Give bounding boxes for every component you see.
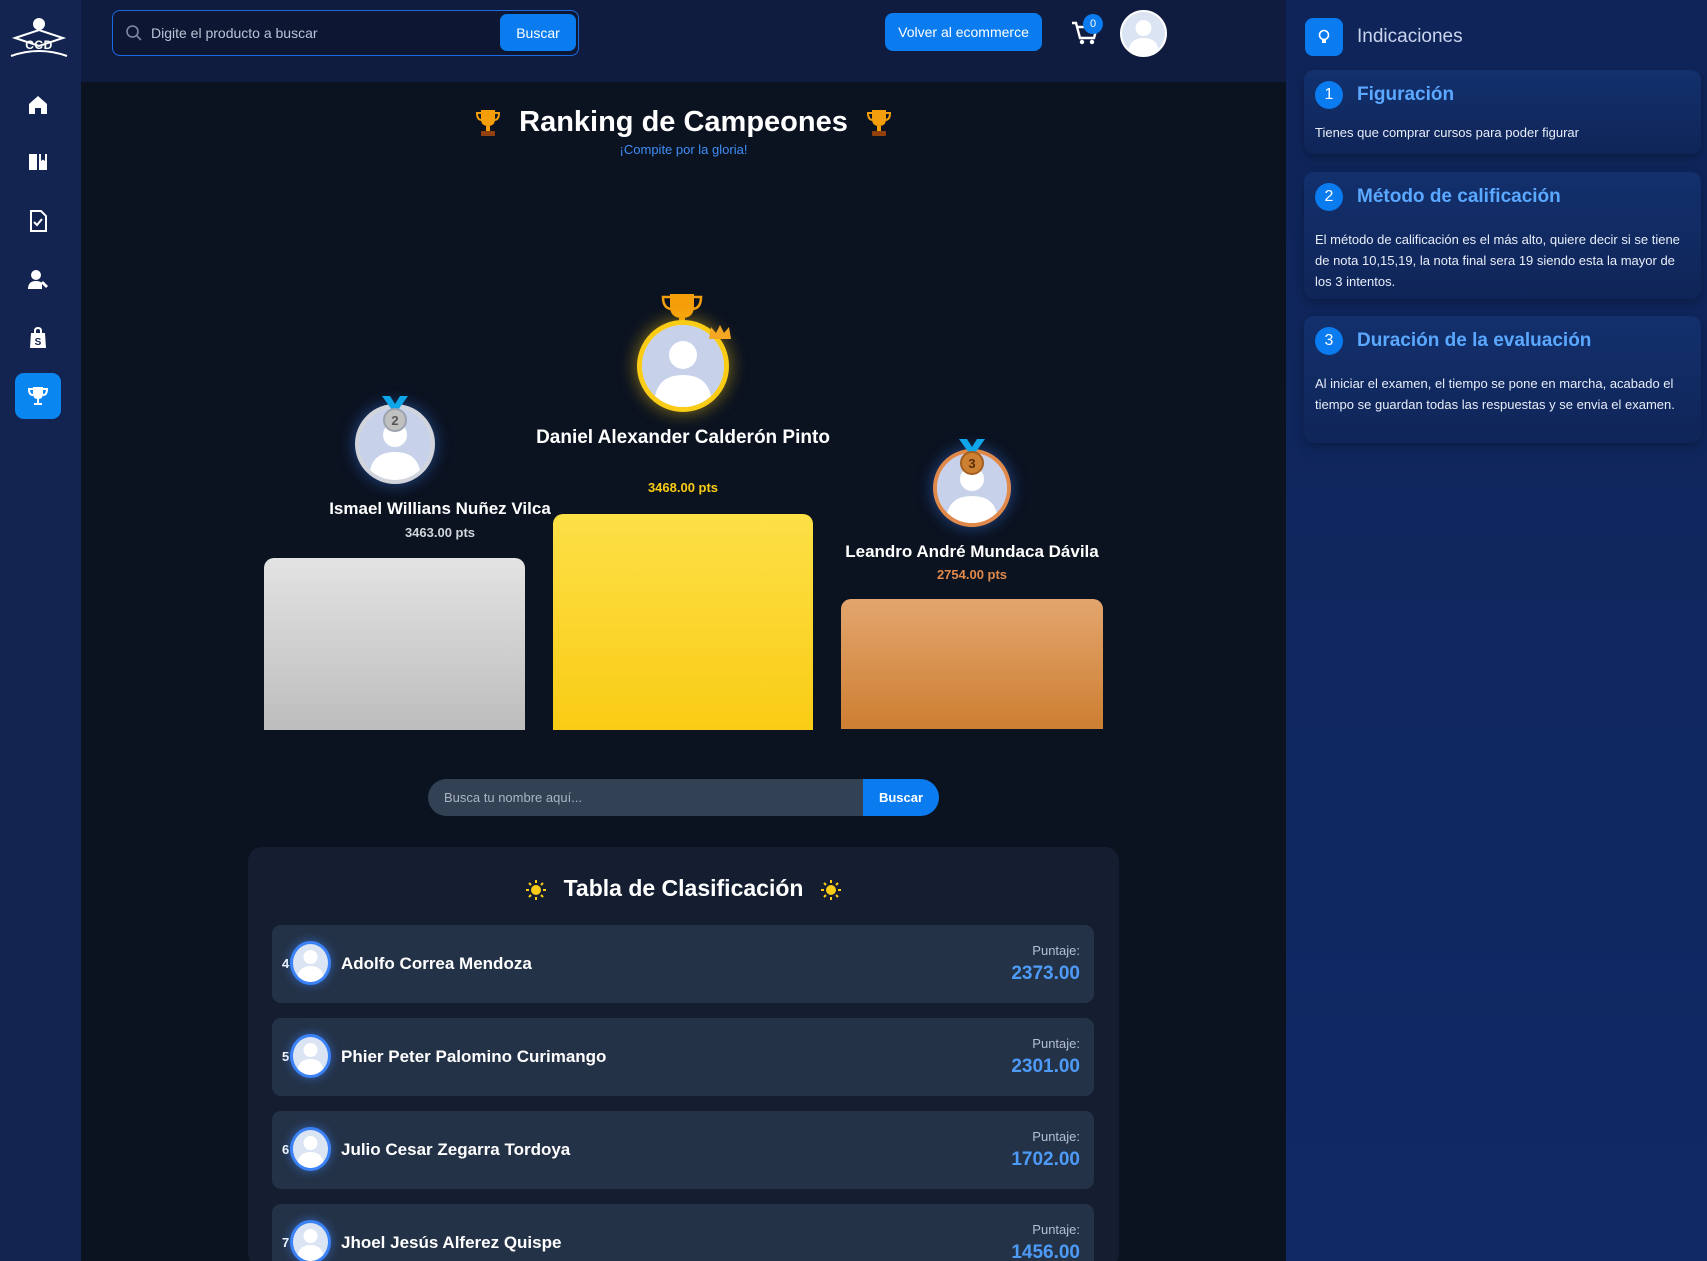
avatar-icon (297, 1043, 324, 1075)
card-title: Figuración (1357, 84, 1455, 105)
avatar (290, 1127, 331, 1171)
page-subtitle: ¡Compite por la gloria! (619, 142, 748, 157)
page-title: Ranking de Campeones (519, 106, 848, 138)
third-place-name: Leandro André Mundaca Dávila (845, 542, 1099, 561)
main-content: Ranking de Campeones ¡Compite por la glo… (81, 82, 1286, 1261)
sidebar-item-exams[interactable] (15, 198, 61, 244)
row-rank: 5 (282, 1049, 290, 1064)
trophy-icon (867, 109, 892, 136)
book-icon (29, 154, 47, 170)
product-search-input[interactable] (151, 21, 461, 45)
sidebar-item-home[interactable] (15, 82, 61, 128)
panel-title: Indicaciones (1357, 26, 1463, 47)
back-to-ecommerce-button[interactable]: Volver al ecommerce (885, 13, 1042, 51)
avatar-icon (297, 1229, 324, 1261)
third-place-points: 2754.00 pts (936, 567, 1008, 582)
avatar-icon (1122, 12, 1165, 55)
first-place-podium (553, 514, 813, 730)
shop-icon: S (30, 326, 46, 348)
sidebar-item-courses[interactable] (15, 139, 61, 185)
page-title-row: Ranking de Campeones (81, 106, 1286, 139)
first-place-name: Daniel Alexander Calderón Pinto (536, 427, 830, 448)
crown-icon (709, 325, 731, 339)
second-place-podium (264, 558, 525, 730)
row-score: 1456.00 (1011, 1242, 1080, 1261)
search-icon (126, 25, 142, 41)
card-number: 1 (1315, 81, 1343, 109)
checklist-icon (30, 210, 47, 232)
product-search-button[interactable]: Buscar (500, 14, 576, 51)
user-avatar[interactable] (1120, 10, 1167, 57)
row-name: Adolfo Correa Mendoza (341, 954, 532, 973)
third-place-podium (841, 599, 1103, 729)
lightbulb-icon-box (1305, 18, 1343, 56)
name-search-input[interactable] (428, 779, 863, 816)
card-title: Método de calificación (1357, 186, 1561, 207)
bronze-medal-icon: 3 (959, 439, 985, 475)
leaderboard-row[interactable]: 7 Jhoel Jesús Alferez Quispe Puntaje: 14… (272, 1204, 1094, 1261)
sidebar-item-profile[interactable] (15, 256, 61, 302)
row-score-label: Puntaje: (1032, 1129, 1080, 1144)
home-icon (29, 96, 47, 114)
first-place-points: 3468.00 pts (647, 480, 719, 495)
sun-icon (820, 879, 841, 900)
silver-medal-number: 2 (391, 413, 398, 428)
leaderboard-row[interactable]: 6 Julio Cesar Zegarra Tordoya Puntaje: 1… (272, 1111, 1094, 1189)
leaderboard-card: Tabla de Clasificación 4 Adolfo Correa M… (248, 847, 1119, 1261)
row-score-label: Puntaje: (1032, 1036, 1080, 1051)
instruction-card: 3 Duración de la evaluación Al iniciar e… (1304, 316, 1701, 443)
row-score-label: Puntaje: (1032, 943, 1080, 958)
top-header: Buscar Volver al ecommerce (81, 0, 1286, 82)
sun-icon (526, 879, 547, 900)
sidebar-item-ranking[interactable] (15, 373, 61, 419)
row-name: Jhoel Jesús Alferez Quispe (341, 1233, 562, 1252)
svg-text:S: S (35, 337, 42, 348)
row-rank: 7 (282, 1235, 290, 1250)
bronze-medal-number: 3 (968, 456, 975, 471)
leaderboard-title: Tabla de Clasificación (563, 875, 804, 901)
row-name: Julio Cesar Zegarra Tordoya (341, 1140, 571, 1159)
instructions-panel: Indicaciones 1 Figuración Tienes que com… (1286, 0, 1707, 1261)
row-score: 2301.00 (1011, 1056, 1080, 1077)
trophy-icon (27, 387, 49, 405)
leaderboard-row[interactable]: 5 Phier Peter Palomino Curimango Puntaje… (272, 1018, 1094, 1096)
leaderboard-row[interactable]: 4 Adolfo Correa Mendoza Puntaje: 2373.00 (272, 925, 1094, 1003)
logo-text: CCD (25, 38, 53, 52)
second-place-points: 3463.00 pts (404, 525, 476, 540)
row-rank: 6 (282, 1142, 290, 1157)
row-rank: 4 (282, 956, 290, 971)
avatar-icon (297, 1136, 324, 1168)
card-title: Duración de la evaluación (1357, 330, 1592, 351)
row-score: 1702.00 (1011, 1149, 1080, 1170)
lightbulb-icon (1318, 29, 1330, 43)
row-name: Phier Peter Palomino Curimango (341, 1047, 607, 1066)
user-icon (28, 270, 48, 289)
name-search-button[interactable]: Buscar (863, 779, 939, 816)
card-text: Al iniciar el examen, el tiempo se pone … (1315, 376, 1675, 412)
instruction-card: 2 Método de calificación El método de ca… (1304, 172, 1701, 299)
avatar (290, 1220, 331, 1261)
avatar (290, 941, 331, 985)
card-text: Tienes que comprar cursos para poder fig… (1315, 125, 1579, 140)
row-score: 2373.00 (1011, 963, 1080, 984)
cart-count-badge: 0 (1083, 14, 1103, 34)
instruction-card: 1 Figuración Tienes que comprar cursos p… (1304, 70, 1701, 154)
row-score-label: Puntaje: (1032, 1222, 1080, 1237)
card-number: 2 (1315, 183, 1343, 211)
second-place-name: Ismael Willians Nuñez Vilca (329, 499, 551, 518)
avatar-icon (297, 950, 324, 982)
product-search: Buscar (112, 10, 579, 56)
silver-medal-icon: 2 (382, 396, 408, 432)
logo[interactable]: CCD (9, 16, 69, 62)
name-search: Buscar (428, 779, 939, 816)
sidebar: CCD S (0, 0, 81, 1261)
leaderboard-title-row: Tabla de Clasificación (248, 875, 1119, 902)
trophy-icon (475, 109, 500, 136)
avatar (290, 1034, 331, 1078)
card-text: El método de calificación es el más alto… (1315, 232, 1680, 289)
card-number: 3 (1315, 327, 1343, 355)
sidebar-item-shop[interactable]: S (15, 315, 61, 361)
